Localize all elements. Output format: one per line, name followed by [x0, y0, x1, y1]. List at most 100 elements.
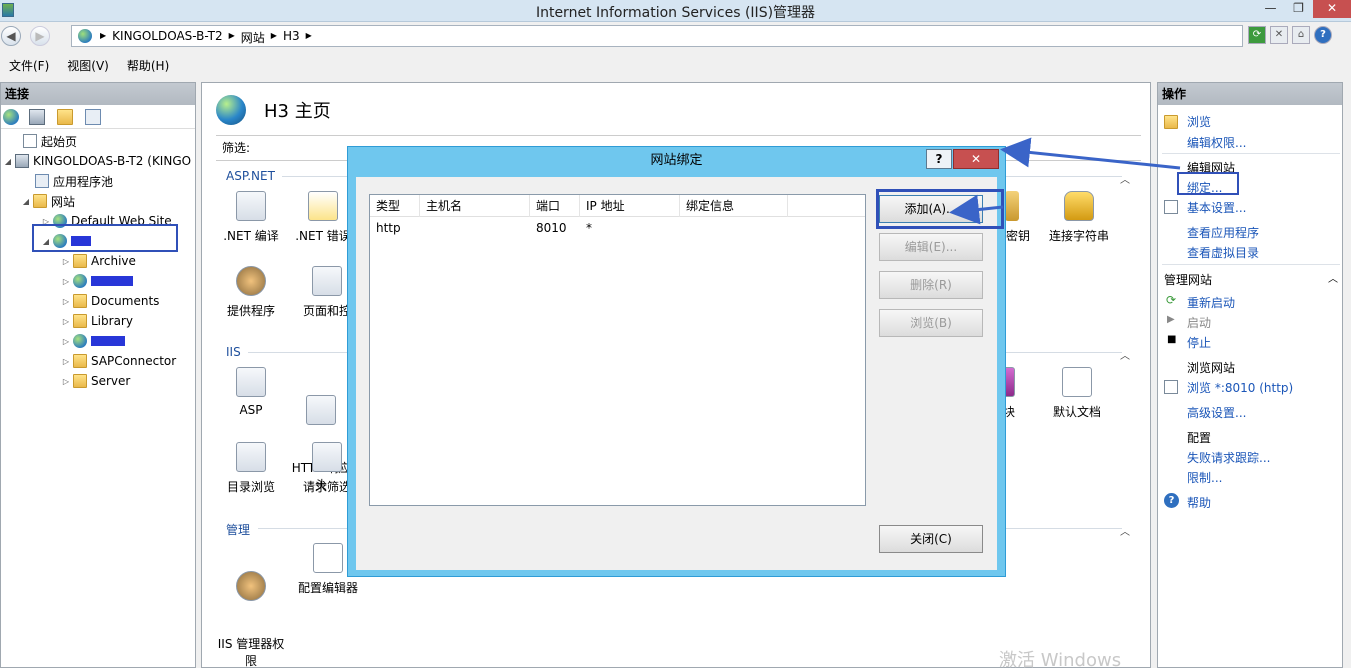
- save-icon[interactable]: [29, 109, 45, 125]
- feature-net-compile[interactable]: .NET 编译: [220, 191, 282, 244]
- breadcrumb[interactable]: ▶ KINGOLDOAS-B-T2 ▶ 网站 ▶ H3 ▶: [71, 25, 1243, 47]
- action-browse-8010[interactable]: 浏览 *:8010 (http): [1187, 379, 1293, 396]
- column-header-host[interactable]: 主机名: [420, 195, 530, 217]
- feature-iis-manager-permissions[interactable]: IIS 管理器权 限: [214, 543, 288, 668]
- cell-ip: *: [586, 221, 592, 235]
- feature-label: 目录浏览: [226, 480, 275, 494]
- back-button[interactable]: ◀: [1, 26, 21, 46]
- dialog-body: 类型 主机名 端口 IP 地址 绑定信息 http 8010 * 添加(A)..…: [356, 177, 1004, 570]
- action-view-virtual-dirs[interactable]: 查看虚拟目录: [1187, 244, 1259, 261]
- connection-strings-icon: [1064, 191, 1094, 221]
- tree-label: Documents: [91, 294, 160, 308]
- menu-view[interactable]: 视图(V): [67, 56, 109, 76]
- action-restart[interactable]: 重新启动: [1187, 294, 1235, 311]
- tree-node-start-page[interactable]: 起始页: [11, 131, 77, 151]
- collapse-chevron-icon[interactable]: ︿: [1328, 270, 1338, 285]
- feature-conn-strings[interactable]: 连接字符串: [1044, 191, 1114, 244]
- browse-binding-button[interactable]: 浏览(B): [879, 309, 983, 337]
- cell-type: http: [376, 221, 401, 235]
- column-header-binding-info[interactable]: 绑定信息: [680, 195, 788, 217]
- page-title: H3 主页: [264, 101, 331, 122]
- tree-node-server[interactable]: ◢ KINGOLDOAS-B-T2 (KINGO: [3, 151, 191, 171]
- feature-directory-browsing[interactable]: 目录浏览: [220, 442, 282, 495]
- column-header-port[interactable]: 端口: [530, 195, 580, 217]
- group-aspnet[interactable]: ASP.NET: [226, 169, 275, 183]
- cell-binding-info: [680, 219, 686, 237]
- group-manage[interactable]: 管理: [226, 521, 250, 538]
- redacted-label: [91, 276, 133, 286]
- action-help[interactable]: 帮助: [1187, 494, 1211, 511]
- dialog-help-button[interactable]: ?: [926, 149, 952, 169]
- action-limits[interactable]: 限制...: [1187, 469, 1222, 486]
- collapse-chevron-icon[interactable]: ︿: [1120, 171, 1130, 186]
- dialog-close-button[interactable]: 关闭(C): [879, 525, 983, 553]
- action-start: 启动: [1187, 316, 1212, 330]
- tree-node-sapconnector[interactable]: ▷ SAPConnector: [61, 351, 176, 371]
- action-browse[interactable]: 浏览: [1187, 113, 1211, 130]
- browse-folder-icon: [1164, 115, 1178, 129]
- feature-asp[interactable]: ASP: [220, 367, 282, 417]
- stop-icon[interactable]: ✕: [1270, 26, 1288, 44]
- tree-node-app-pools[interactable]: 应用程序池: [23, 171, 113, 191]
- annotation-highlight-site: [32, 224, 178, 252]
- crumb-sites[interactable]: 网站: [241, 29, 265, 46]
- action-advanced-settings[interactable]: 高级设置...: [1187, 404, 1246, 421]
- site-home-icon: [216, 95, 246, 125]
- folder-icon: [73, 314, 87, 328]
- remove-binding-button[interactable]: 删除(R): [879, 271, 983, 299]
- collapse-chevron-icon[interactable]: ︿: [1120, 523, 1130, 538]
- action-stop[interactable]: 停止: [1187, 334, 1211, 351]
- action-edit-permissions[interactable]: 编辑权限...: [1187, 134, 1246, 151]
- tree-node-sites[interactable]: ◢ 网站: [21, 191, 75, 211]
- feature-net-errors[interactable]: .NET 错误: [292, 191, 354, 244]
- forward-button[interactable]: ▶: [30, 26, 50, 46]
- edit-binding-button[interactable]: 编辑(E)...: [879, 233, 983, 261]
- feature-default-document[interactable]: 默认文档: [1046, 367, 1108, 420]
- action-view-applications[interactable]: 查看应用程序: [1187, 224, 1259, 241]
- dialog-close-x-button[interactable]: ✕: [953, 149, 999, 169]
- request-filtering-icon: [312, 442, 342, 472]
- tree-node-app2[interactable]: ▷: [61, 331, 125, 351]
- restart-icon: ⟳: [1166, 293, 1177, 307]
- column-header-ip[interactable]: IP 地址: [580, 195, 680, 217]
- crumb-separator: ▶: [305, 31, 312, 40]
- tree-node-documents[interactable]: ▷ Documents: [61, 291, 159, 311]
- bindings-list[interactable]: 类型 主机名 端口 IP 地址 绑定信息 http 8010 *: [369, 194, 866, 506]
- menu-file[interactable]: 文件(F): [9, 56, 49, 76]
- feature-label: 连接字符串: [1048, 229, 1109, 243]
- collapse-chevron-icon[interactable]: ︿: [1120, 347, 1130, 362]
- tree-node-server-folder[interactable]: ▷ Server: [61, 371, 130, 391]
- net-compile-icon: [236, 191, 266, 221]
- section-browse-site: 浏览网站: [1187, 361, 1236, 375]
- home-icon[interactable]: ⌂: [1292, 26, 1310, 44]
- feature-providers[interactable]: 提供程序: [220, 266, 282, 319]
- feature-label: .NET 编译: [223, 229, 279, 243]
- connect-icon[interactable]: [3, 109, 19, 125]
- refresh-icon[interactable]: ⟳: [1248, 26, 1266, 44]
- action-basic-settings[interactable]: 基本设置...: [1187, 199, 1246, 216]
- column-header-type[interactable]: 类型: [370, 195, 420, 217]
- crumb-server[interactable]: KINGOLDOAS-B-T2: [112, 29, 222, 46]
- up-icon[interactable]: [57, 109, 73, 125]
- dialog-title: 网站绑定: [650, 153, 703, 168]
- tree-node-archive[interactable]: ▷ Archive: [61, 251, 136, 271]
- tree-node-library[interactable]: ▷ Library: [61, 311, 133, 331]
- menu-help[interactable]: 帮助(H): [127, 56, 169, 76]
- disconnect-icon[interactable]: [85, 109, 101, 125]
- connections-toolbar: [1, 105, 195, 129]
- pages-controls-icon: [312, 266, 342, 296]
- close-window-button[interactable]: ✕: [1313, 0, 1351, 18]
- add-binding-button[interactable]: 添加(A)...: [879, 195, 983, 223]
- group-iis[interactable]: IIS: [226, 345, 241, 359]
- maximize-button[interactable]: ❐: [1285, 0, 1312, 18]
- tree-node-app[interactable]: ▷: [61, 271, 133, 291]
- minimize-button[interactable]: —: [1257, 0, 1284, 18]
- tree-label: Server: [91, 374, 131, 388]
- help-icon[interactable]: ?: [1314, 26, 1332, 44]
- action-failed-request-tracing[interactable]: 失败请求跟踪...: [1187, 449, 1270, 466]
- folder-icon: [73, 354, 87, 368]
- section-configure: 配置: [1187, 431, 1212, 445]
- crumb-h3[interactable]: H3: [283, 29, 300, 46]
- feature-label: IIS 管理器权 限: [217, 637, 285, 668]
- iis-manager-permissions-icon: [236, 571, 266, 601]
